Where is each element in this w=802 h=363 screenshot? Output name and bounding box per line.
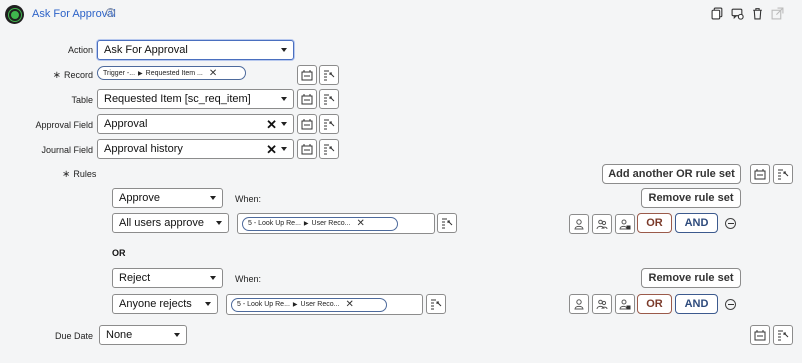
user-icon[interactable] <box>569 294 589 314</box>
chevron-down-icon <box>210 196 216 200</box>
or-separator: OR <box>112 248 126 258</box>
or-button[interactable]: OR <box>637 213 672 233</box>
condition-builder-button[interactable] <box>426 294 446 314</box>
rule-action-select[interactable]: Approve <box>112 188 223 208</box>
users-pill[interactable]: 5 - Look Up Re... ▶ User Reco... ✕ <box>242 216 398 231</box>
table-value: Requested Item [sc_req_item] <box>104 93 251 105</box>
chevron-down-icon <box>281 97 287 101</box>
chevron-down-icon <box>216 221 222 225</box>
and-button[interactable]: AND <box>675 213 718 233</box>
user-icon[interactable] <box>569 214 589 234</box>
data-pill-picker-button[interactable] <box>750 325 770 345</box>
chevron-down-icon <box>210 276 216 280</box>
chevron-down-icon <box>281 147 287 151</box>
record-field[interactable]: Trigger -... ▶ Requested Item ... ✕ <box>97 63 247 83</box>
condition-builder-button[interactable] <box>319 65 339 85</box>
group-icon[interactable] <box>592 214 612 234</box>
journal-field-label: Journal Field <box>41 145 93 155</box>
group-icon[interactable] <box>592 294 612 314</box>
remove-rule-set-button[interactable]: Remove rule set <box>641 188 741 208</box>
condition-builder-button[interactable] <box>773 325 793 345</box>
flow-logo-icon <box>5 5 24 24</box>
condition-builder-button[interactable] <box>437 213 457 233</box>
open-external-icon <box>770 6 784 20</box>
when-label: When: <box>235 194 262 204</box>
data-pill-picker-button[interactable] <box>297 89 317 109</box>
action-select[interactable]: Ask For Approval <box>97 40 294 60</box>
and-button[interactable]: AND <box>675 294 718 314</box>
rule-condition-select[interactable]: Anyone rejects <box>112 294 218 314</box>
clear-icon[interactable]: ✕ <box>266 118 277 131</box>
add-or-rule-set-button[interactable]: Add another OR rule set <box>602 164 741 184</box>
table-label: Table <box>71 95 93 105</box>
condition-builder-button[interactable] <box>773 164 793 184</box>
step-title[interactable]: Ask For Approval <box>32 8 116 20</box>
condition-builder-button[interactable] <box>319 114 339 134</box>
rules-label: ∗ Rules <box>62 169 97 180</box>
journal-field-value: Approval history <box>104 143 183 155</box>
approval-field-label: Approval Field <box>35 120 93 130</box>
close-icon[interactable]: ✕ <box>356 218 364 229</box>
record-label: ∗ Record <box>52 70 93 81</box>
due-date-select[interactable]: None <box>99 325 187 345</box>
approval-field-select[interactable]: Approval ✕ <box>97 114 294 134</box>
trash-icon[interactable] <box>750 6 764 20</box>
help-icon[interactable]: ? <box>106 8 115 17</box>
manual-approver-icon[interactable] <box>615 294 635 314</box>
due-date-label: Due Date <box>54 331 93 341</box>
data-pill-picker-button[interactable] <box>750 164 770 184</box>
close-icon[interactable]: ✕ <box>209 68 217 79</box>
rule-action-select[interactable]: Reject <box>112 268 223 288</box>
chevron-down-icon <box>174 333 180 337</box>
copy-icon[interactable] <box>710 6 724 20</box>
chevron-down-icon <box>281 48 287 52</box>
chevron-down-icon <box>205 302 211 306</box>
comment-icon[interactable] <box>730 6 744 20</box>
remove-rule-set-button[interactable]: Remove rule set <box>641 268 741 288</box>
chevron-down-icon <box>281 122 287 126</box>
condition-builder-button[interactable] <box>319 89 339 109</box>
action-value: Ask For Approval <box>104 44 188 56</box>
journal-field-select[interactable]: Approval history ✕ <box>97 139 294 159</box>
close-icon[interactable]: ✕ <box>345 299 353 310</box>
or-button[interactable]: OR <box>637 294 672 314</box>
when-label: When: <box>235 274 262 284</box>
data-pill-picker-button[interactable] <box>297 65 317 85</box>
users-field[interactable]: 5 - Look Up Re... ▶ User Reco... ✕ <box>237 213 435 234</box>
remove-condition-icon[interactable] <box>725 218 736 229</box>
remove-condition-icon[interactable] <box>725 299 736 310</box>
users-field[interactable]: 5 - Look Up Re... ▶ User Reco... ✕ <box>226 294 423 315</box>
condition-builder-button[interactable] <box>319 139 339 159</box>
approval-field-value: Approval <box>104 118 148 130</box>
clear-icon[interactable]: ✕ <box>266 143 277 156</box>
users-pill[interactable]: 5 - Look Up Re... ▶ User Reco... ✕ <box>231 297 387 312</box>
action-label: Action <box>67 45 93 55</box>
record-pill[interactable]: Trigger -... ▶ Requested Item ... ✕ <box>97 66 246 80</box>
table-select[interactable]: Requested Item [sc_req_item] <box>97 89 294 109</box>
rule-condition-select[interactable]: All users approve <box>112 213 229 233</box>
manual-approver-icon[interactable] <box>615 214 635 234</box>
data-pill-picker-button[interactable] <box>297 114 317 134</box>
data-pill-picker-button[interactable] <box>297 139 317 159</box>
